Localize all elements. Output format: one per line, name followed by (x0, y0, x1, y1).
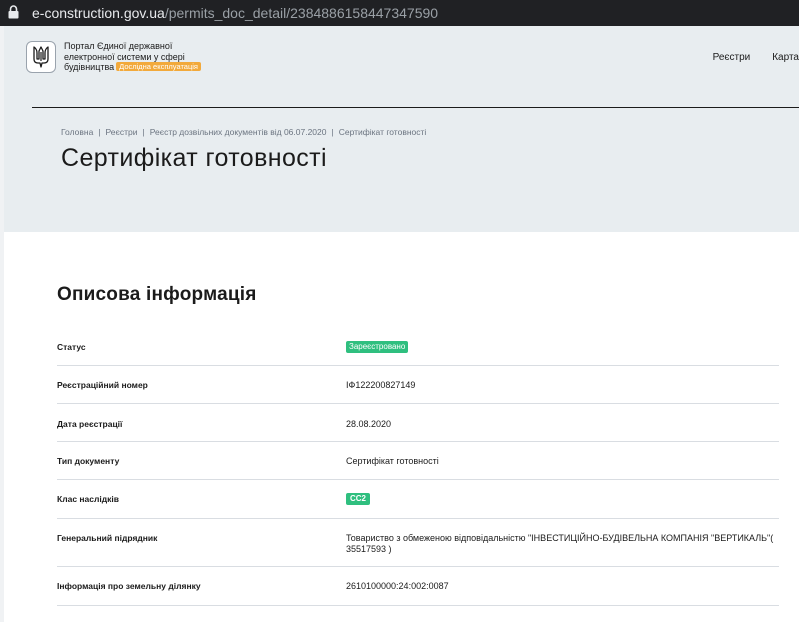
breadcrumb-home[interactable]: Головна (61, 127, 93, 137)
nav-map-link[interactable]: Карта (772, 52, 799, 63)
breadcrumb: Головна | Реєстри | Реєстр дозвільних докуме… (61, 127, 426, 137)
portal-name-line3: будівництва (64, 62, 115, 72)
row-label: Дата реєстрації (57, 419, 123, 429)
section-title: Описова інформація (57, 284, 257, 305)
table-row: Реєстраційний номер ІФ122200827149 (57, 366, 779, 404)
row-label: Тип документу (57, 456, 120, 466)
row-value: 28.08.2020 (346, 419, 392, 429)
row-value: Сертифікат готовності (346, 456, 439, 466)
table-row: Генеральний підрядник Товариство з обмеж… (57, 519, 779, 567)
address-bar[interactable]: e-construction.gov.ua/permits_doc_detail… (0, 0, 799, 26)
row-label: Генеральний підрядник (57, 533, 158, 543)
row-value: 2610100000:24:002:0087 (346, 581, 449, 591)
row-value: ІФ122200827149 (346, 380, 416, 390)
row-value: СС2 (346, 493, 776, 505)
row-value: Товариство з обмеженою відповідальністю … (346, 533, 774, 554)
trident-logo-icon[interactable] (26, 41, 56, 73)
breadcrumb-separator: | (331, 127, 334, 137)
table-row: Статус Зареєстровано (57, 327, 779, 366)
lock-icon[interactable] (8, 5, 22, 21)
breadcrumb-separator: | (98, 127, 101, 137)
nav-links: Реєстри Карта (691, 52, 799, 63)
navbar-divider (32, 107, 799, 108)
row-value: Зареєстровано (346, 341, 776, 353)
trial-badge: Дослідна експлуатація (116, 62, 201, 71)
nav-registers-link[interactable]: Реєстри (713, 52, 751, 63)
page: Портал Єдиної державної електронної сист… (0, 26, 799, 622)
row-label: Реєстраційний номер (57, 380, 148, 390)
portal-name[interactable]: Портал Єдиної державної електронної сист… (64, 41, 254, 73)
table-row: Клас наслідків СС2 (57, 480, 779, 519)
breadcrumb-current: Сертифікат готовності (338, 127, 427, 137)
status-badge: Зареєстровано (346, 341, 409, 353)
row-label: Інформація про земельну ділянку (57, 581, 201, 591)
portal-name-line1: Портал Єдиної державної (64, 41, 173, 51)
info-table: Статус Зареєстровано Реєстраційний номер… (57, 327, 779, 606)
row-label: Статус (57, 342, 86, 352)
page-title: Сертифікат готовності (61, 144, 327, 172)
url-path: /permits_doc_detail/2384886158447347590 (164, 5, 439, 21)
consequence-class-badge: СС2 (346, 493, 371, 505)
portal-name-line2: електронної системи у сфері (64, 51, 185, 62)
breadcrumb-registers[interactable]: Реєстри (106, 127, 138, 137)
table-row: Тип документу Сертифікат готовності (57, 442, 779, 480)
table-row: Інформація про земельну ділянку 26101000… (57, 567, 779, 606)
breadcrumb-permits-registry[interactable]: Реєстр дозвільних документів від 06.07.2… (150, 127, 327, 137)
url-domain: e-construction.gov.ua (32, 5, 165, 21)
header-area: Портал Єдиної державної електронної сист… (4, 26, 799, 232)
navbar: Портал Єдиної державної електронної сист… (26, 39, 799, 81)
row-label: Клас наслідків (57, 494, 119, 504)
table-row: Дата реєстрації 28.08.2020 (57, 404, 779, 442)
breadcrumb-separator: | (142, 127, 145, 137)
